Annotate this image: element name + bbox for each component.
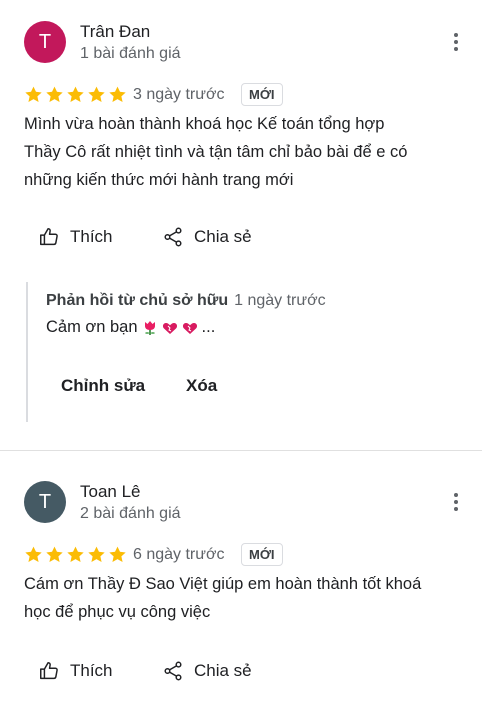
share-label: Chia sẻ [194, 661, 252, 680]
thumb-up-icon [40, 662, 58, 680]
review-text-line: Cám ơn Thầy Đ Sao Việt giúp em hoàn thàn… [24, 575, 422, 593]
review-text-line: những kiến thức mới hành trang mới [24, 171, 294, 189]
review-text-line: Thầy Cô rất nhiệt tình và tận tâm chỉ bả… [24, 143, 408, 161]
star-icon [109, 86, 126, 102]
heart-emoji [182, 322, 197, 334]
owner-reply-suffix: ... [201, 318, 216, 336]
review-text: Mình vừa hoàn thành khoá học Kế toán tổn… [24, 110, 464, 194]
star-icon [25, 86, 42, 102]
share-button[interactable]: Chia sẻ [162, 660, 252, 682]
star-icon [88, 546, 105, 562]
reviewer-name[interactable]: Toan Lê [80, 482, 141, 502]
owner-reply-date: 1 ngày trước [234, 292, 326, 309]
more-options-icon[interactable] [446, 490, 466, 514]
star-rating [24, 85, 127, 104]
like-button[interactable]: Thích [38, 226, 113, 248]
star-icon [46, 546, 63, 562]
star-icon [67, 546, 84, 562]
share-icon [164, 227, 182, 247]
review-text-line: Mình vừa hoàn thành khoá học Kế toán tổn… [24, 115, 385, 133]
new-badge: MỚI [241, 83, 283, 106]
like-button[interactable]: Thích [38, 660, 113, 682]
review-divider [0, 450, 482, 451]
review-count: 2 bài đánh giá [80, 505, 181, 522]
more-options-icon[interactable] [446, 30, 466, 54]
owner-reply-header: Phản hồi từ chủ sở hữu 1 ngày trước [46, 292, 326, 310]
reviewer-name[interactable]: Trân Đan [80, 22, 150, 42]
share-label: Chia sẻ [194, 227, 252, 246]
avatar[interactable]: T [24, 481, 66, 523]
star-icon [88, 86, 105, 102]
review-count: 1 bài đánh giá [80, 45, 181, 62]
new-badge: MỚI [241, 543, 283, 566]
star-rating [24, 545, 127, 564]
review-date: 6 ngày trước [133, 546, 225, 563]
share-button[interactable]: Chia sẻ [162, 226, 252, 248]
delete-reply-button[interactable]: Xóa [186, 376, 217, 396]
star-icon [25, 546, 42, 562]
avatar[interactable]: T [24, 21, 66, 63]
owner-reply-text: Cảm ơn bạn ... [46, 318, 215, 337]
review-text-line: học để phục vụ công việc [24, 603, 211, 621]
review-text: Cám ơn Thầy Đ Sao Việt giúp em hoàn thàn… [24, 570, 464, 626]
like-label: Thích [70, 661, 113, 680]
star-icon [46, 86, 63, 102]
owner-reply-message: Cảm ơn bạn [46, 318, 138, 336]
reply-divider [26, 282, 28, 422]
like-label: Thích [70, 227, 113, 246]
thumb-up-icon [40, 228, 58, 246]
tulip-emoji [144, 320, 155, 335]
star-icon [67, 86, 84, 102]
share-icon [164, 661, 182, 681]
star-icon [109, 546, 126, 562]
review-date: 3 ngày trước [133, 86, 225, 103]
owner-reply-title: Phản hồi từ chủ sở hữu [46, 292, 229, 309]
heart-emoji [162, 322, 177, 334]
edit-reply-button[interactable]: Chỉnh sửa [61, 376, 145, 396]
